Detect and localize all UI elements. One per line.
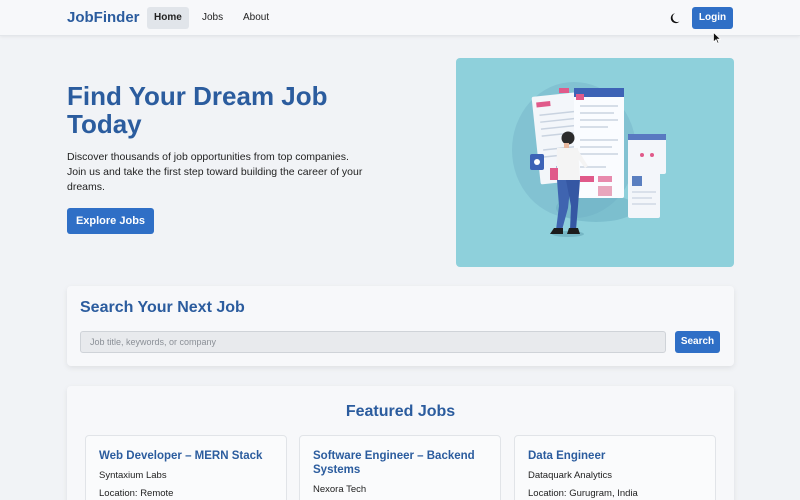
job-title[interactable]: Web Developer – MERN Stack: [99, 449, 277, 463]
hero-description: Discover thousands of job opportunities …: [67, 151, 363, 193]
brand-logo[interactable]: JobFinder: [67, 9, 140, 26]
job-card[interactable]: Software Engineer – Backend Systems Nexo…: [299, 435, 501, 500]
login-button[interactable]: Login: [692, 7, 733, 29]
job-location: Location: Gurugram, India: [528, 488, 638, 499]
search-section-title: Search Your Next Job: [80, 299, 245, 316]
job-location: Location: Remote: [99, 488, 174, 499]
hero-illustration: [456, 58, 734, 267]
featured-jobs-section: Featured Jobs Web Developer – MERN Stack…: [67, 386, 734, 500]
search-button[interactable]: Search: [675, 331, 720, 353]
featured-jobs-title: Featured Jobs: [345, 403, 456, 420]
nav-link-home[interactable]: Home: [147, 7, 189, 29]
job-title[interactable]: Software Engineer – Backend Systems: [313, 449, 491, 477]
hero-title: Find Your Dream Job Today: [67, 81, 328, 139]
job-card[interactable]: Data Engineer Dataquark Analytics Locati…: [514, 435, 716, 500]
nav-link-jobs[interactable]: Jobs: [195, 7, 230, 29]
job-title[interactable]: Data Engineer: [528, 449, 706, 463]
mouse-pointer-icon: [713, 32, 721, 44]
nav-link-about[interactable]: About: [236, 7, 276, 29]
job-company: Dataquark Analytics: [528, 470, 612, 481]
search-input[interactable]: [80, 331, 666, 353]
job-company: Nexora Tech: [313, 484, 367, 495]
moon-icon[interactable]: [670, 11, 684, 25]
top-navbar: JobFinder Home Jobs About Login: [0, 0, 800, 36]
explore-jobs-button[interactable]: Explore Jobs: [67, 208, 154, 234]
job-company: Syntaxium Labs: [99, 470, 167, 481]
job-card[interactable]: Web Developer – MERN Stack Syntaxium Lab…: [85, 435, 287, 500]
search-card: Search Your Next Job Search: [67, 286, 734, 366]
